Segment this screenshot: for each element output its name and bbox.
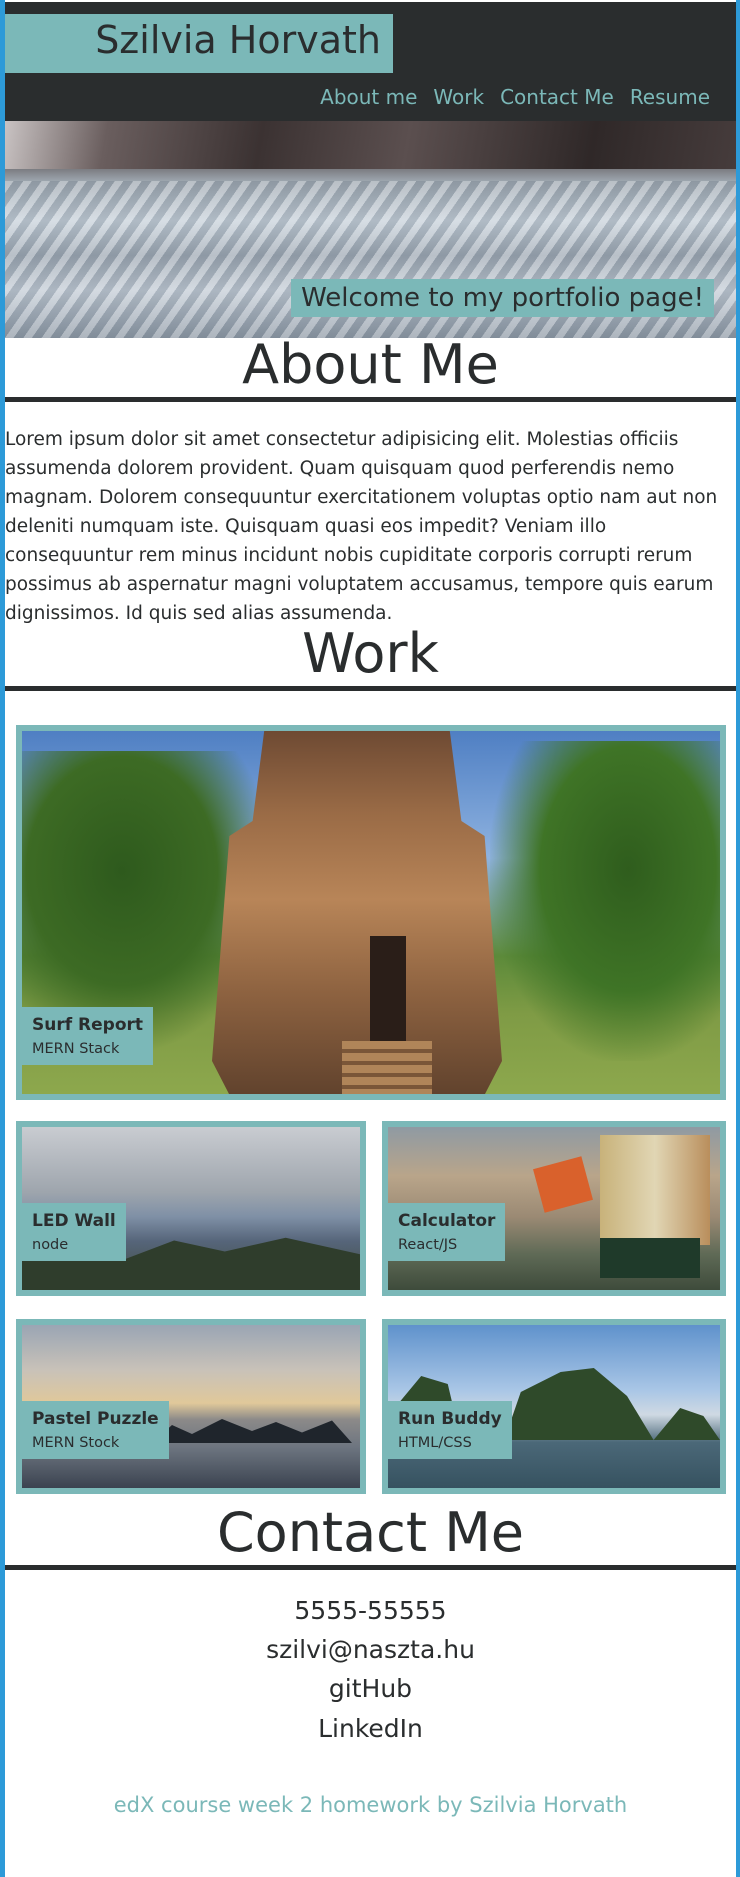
contact-linkedin-link[interactable]: LinkedIn: [5, 1713, 736, 1745]
hero-rock-ridge: [5, 121, 736, 169]
project-card-surf-report[interactable]: Surf Report MERN Stack: [16, 725, 726, 1100]
project-title: Surf Report: [32, 1015, 144, 1035]
project-title: Run Buddy: [398, 1409, 502, 1429]
page: Szilvia Horvath About me Work Contact Me…: [5, 0, 736, 1877]
project-card-pastel-puzzle[interactable]: Pastel Puzzle MERN Stock: [16, 1319, 366, 1494]
site-title: Szilvia Horvath: [95, 18, 381, 62]
welcome-text: Welcome to my portfolio page!: [301, 283, 704, 313]
about-divider: [5, 397, 736, 402]
project-stack: node: [32, 1237, 69, 1253]
project-stack: MERN Stock: [32, 1435, 120, 1451]
project-stack: React/JS: [398, 1237, 458, 1253]
project-card-led-wall[interactable]: LED Wall node: [16, 1121, 366, 1296]
about-heading: About Me: [242, 333, 499, 396]
contact-github-link[interactable]: gitHub: [5, 1673, 736, 1705]
project-title: LED Wall: [32, 1211, 116, 1231]
nav-work-link[interactable]: Work: [433, 85, 484, 109]
contact-phone-link[interactable]: 5555-55555: [5, 1595, 736, 1627]
project-card-calculator[interactable]: Calculator React/JS: [382, 1121, 726, 1296]
welcome-banner: Welcome to my portfolio page!: [291, 279, 714, 317]
project-title: Pastel Puzzle: [32, 1409, 159, 1429]
nav-about-link[interactable]: About me: [320, 85, 417, 109]
hero-image: Welcome to my portfolio page!: [5, 121, 736, 338]
contact-email-link[interactable]: szilvi@naszta.hu: [5, 1634, 736, 1666]
site-header: Szilvia Horvath About me Work Contact Me…: [5, 2, 736, 121]
footer-text: edX course week 2 homework by Szilvia Ho…: [113, 1793, 628, 1817]
project-label: Pastel Puzzle MERN Stock: [22, 1401, 169, 1459]
contact-divider: [5, 1565, 736, 1570]
project-stack: MERN Stack: [32, 1041, 120, 1057]
main-nav: About me Work Contact Me Resume: [320, 85, 710, 109]
project-label: Calculator React/JS: [388, 1203, 506, 1261]
project-label: LED Wall node: [22, 1203, 126, 1261]
nav-resume-link[interactable]: Resume: [630, 85, 710, 109]
work-divider: [5, 686, 736, 691]
project-label: Surf Report MERN Stack: [22, 1007, 154, 1065]
project-label: Run Buddy HTML/CSS: [388, 1401, 512, 1459]
work-heading: Work: [302, 622, 439, 685]
project-title: Calculator: [398, 1211, 496, 1231]
contact-heading: Contact Me: [216, 1501, 525, 1564]
about-paragraph: Lorem ipsum dolor sit amet consectetur a…: [5, 429, 718, 624]
name-banner: Szilvia Horvath: [5, 14, 393, 73]
project-card-run-buddy[interactable]: Run Buddy HTML/CSS: [382, 1319, 726, 1494]
nav-contact-link[interactable]: Contact Me: [500, 85, 614, 109]
project-stack: HTML/CSS: [398, 1435, 472, 1451]
window-frame-right: [736, 0, 740, 1877]
